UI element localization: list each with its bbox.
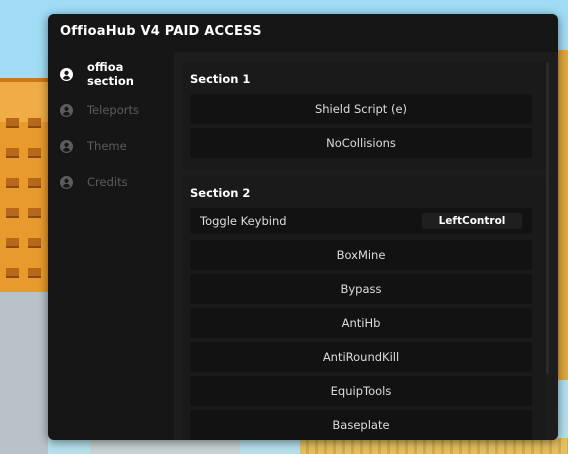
game-ground xyxy=(0,292,48,454)
sidebar-item-label: Credits xyxy=(87,175,128,189)
baseplate-button[interactable]: Baseplate xyxy=(190,410,532,440)
building-window xyxy=(6,238,19,248)
building-window xyxy=(28,268,41,278)
building-window xyxy=(28,118,41,128)
game-floor xyxy=(90,440,240,454)
user-circle-icon xyxy=(60,103,73,117)
sidebar-item-credits[interactable]: Credits xyxy=(60,171,128,193)
section-1: Section 1 Shield Script (e) NoCollisions xyxy=(182,62,546,170)
user-circle-icon xyxy=(60,175,73,189)
sidebar-item-label: Theme xyxy=(87,139,127,153)
equiptools-button[interactable]: EquipTools xyxy=(190,376,532,406)
building-window xyxy=(6,148,19,158)
section-2: Section 2 Toggle Keybind LeftControl Box… xyxy=(182,176,546,440)
section-title: Section 1 xyxy=(190,72,251,86)
building-window xyxy=(28,178,41,188)
sidebar: offioa section Teleports Theme Credits xyxy=(48,52,174,440)
building-window xyxy=(28,208,41,218)
keybind-label: Toggle Keybind xyxy=(200,214,287,228)
window-title: OffioaHub V4 PAID ACCESS xyxy=(60,24,262,39)
keybind-value[interactable]: LeftControl xyxy=(422,213,522,229)
building-window xyxy=(6,208,19,218)
building-window xyxy=(28,148,41,158)
bypass-button[interactable]: Bypass xyxy=(190,274,532,304)
sidebar-item-theme[interactable]: Theme xyxy=(60,135,127,157)
content-panel: Section 1 Shield Script (e) NoCollisions… xyxy=(174,52,558,440)
sidebar-item-offioa-section[interactable]: offioa section xyxy=(60,60,174,88)
sidebar-item-teleports[interactable]: Teleports xyxy=(60,99,139,121)
nocollisions-button[interactable]: NoCollisions xyxy=(190,128,532,158)
content-scrollbar[interactable] xyxy=(546,62,549,374)
building-window xyxy=(6,178,19,188)
hub-window: OffioaHub V4 PAID ACCESS offioa section … xyxy=(48,14,558,440)
building-window xyxy=(6,118,19,128)
toggle-keybind-row[interactable]: Toggle Keybind LeftControl xyxy=(190,208,532,234)
user-circle-icon xyxy=(60,67,73,81)
building-window xyxy=(6,268,19,278)
building-window xyxy=(28,238,41,248)
game-building-right xyxy=(558,50,568,380)
shield-script-button[interactable]: Shield Script (e) xyxy=(190,94,532,124)
sidebar-item-label: offioa section xyxy=(87,60,134,88)
antiroundkill-button[interactable]: AntiRoundKill xyxy=(190,342,532,372)
game-sand xyxy=(300,438,568,454)
antihb-button[interactable]: AntiHb xyxy=(190,308,532,338)
sidebar-item-label: Teleports xyxy=(87,103,139,117)
section-title: Section 2 xyxy=(190,186,251,200)
boxmine-button[interactable]: BoxMine xyxy=(190,240,532,270)
user-circle-icon xyxy=(60,139,73,153)
